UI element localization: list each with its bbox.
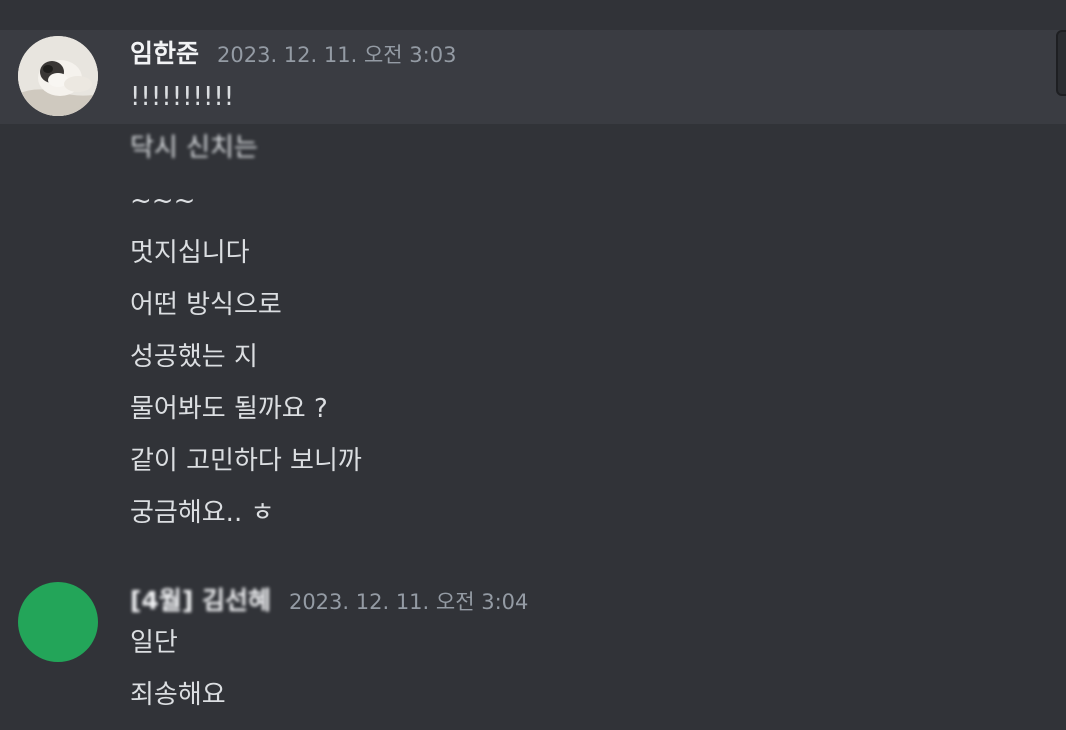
message-header: 임한준 2023. 12. 11. 오전 3:03 bbox=[130, 37, 456, 72]
message-line: 궁금해요.. ㅎ bbox=[130, 498, 275, 528]
message-line: 물어봐도 될까요 ? bbox=[130, 394, 328, 424]
message-line: 성공했는 지 bbox=[130, 342, 258, 372]
message-line: !!!!!!!!!! bbox=[130, 82, 235, 112]
timestamp[interactable]: 2023. 12. 11. 오전 3:04 bbox=[289, 585, 528, 619]
avatar[interactable] bbox=[18, 582, 98, 662]
avatar[interactable] bbox=[18, 36, 98, 116]
scrollbar-thumb[interactable] bbox=[1056, 30, 1066, 96]
message-line: 멋지십니다 bbox=[130, 238, 250, 268]
chat-top-area bbox=[0, 0, 1066, 30]
username[interactable]: 임한준 bbox=[130, 37, 199, 71]
timestamp[interactable]: 2023. 12. 11. 오전 3:03 bbox=[217, 38, 456, 72]
cat-avatar-image bbox=[18, 36, 98, 116]
message-line: 죄송해요 bbox=[130, 680, 226, 710]
message-line: 같이 고민하다 보니까 bbox=[130, 446, 362, 476]
message-line: ~~~ bbox=[130, 186, 196, 216]
message-line: 일단 bbox=[130, 628, 178, 658]
message-line: 어떤 방식으로 bbox=[130, 290, 282, 320]
username[interactable]: [4월] 김선혜 bbox=[130, 584, 271, 618]
message-group-1[interactable]: 임한준 2023. 12. 11. 오전 3:03 !!!!!!!!!! bbox=[0, 30, 1066, 124]
message-group-2[interactable]: [4월] 김선혜 2023. 12. 11. 오전 3:04 일단 죄송해요 bbox=[0, 570, 1066, 730]
chat-message-list: 임한준 2023. 12. 11. 오전 3:03 !!!!!!!!!! 닥시 … bbox=[0, 0, 1066, 730]
message-header: [4월] 김선혜 2023. 12. 11. 오전 3:04 bbox=[130, 584, 528, 619]
message-line: 닥시 신치는 bbox=[130, 133, 258, 163]
